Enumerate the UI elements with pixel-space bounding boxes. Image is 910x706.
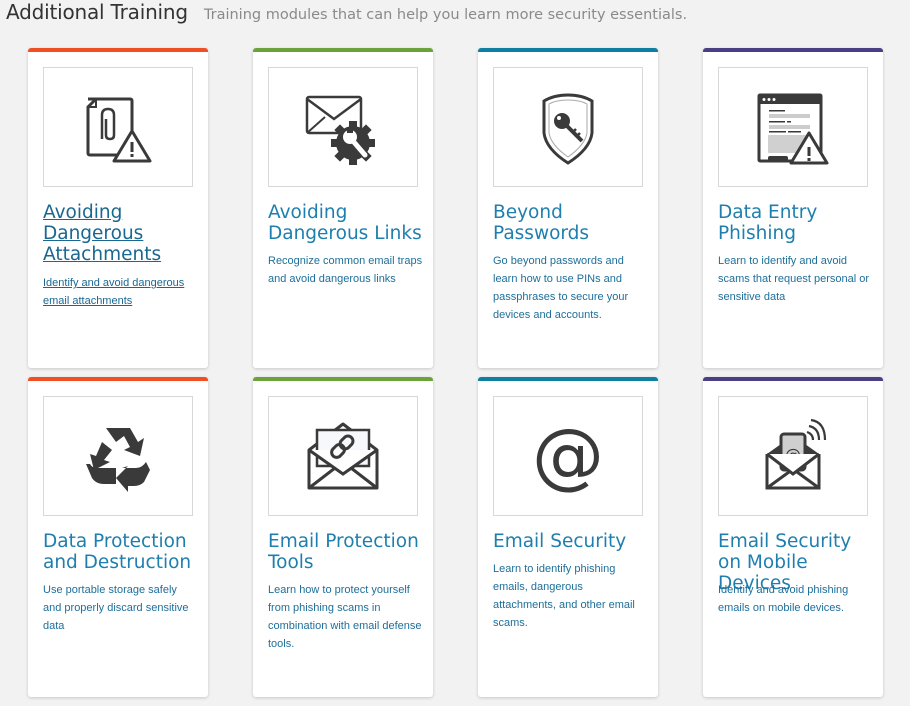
card-title[interactable]: Email Protection Tools <box>268 531 428 573</box>
card-title[interactable]: Beyond Passwords <box>493 202 653 244</box>
card-thumbnail <box>43 67 193 187</box>
card-description[interactable]: Use portable storage safely and properly… <box>43 581 198 635</box>
card-title[interactable]: Email Security <box>493 531 653 552</box>
training-card-data-protection-and-destruction[interactable]: Data Protection and Destruction Use port… <box>28 377 208 697</box>
section-header: Additional Training Training modules tha… <box>6 0 687 30</box>
svg-text:@: @ <box>532 416 604 496</box>
page-subtitle: Training modules that can help you learn… <box>203 7 688 23</box>
training-card-data-entry-phishing[interactable]: Data Entry Phishing Learn to identify an… <box>703 48 883 368</box>
card-title[interactable]: Avoiding Dangerous Attachments <box>43 202 203 265</box>
card-description[interactable]: Learn how to protect yourself from phish… <box>268 581 423 653</box>
card-accent-bar <box>28 48 208 52</box>
card-accent-bar <box>253 48 433 52</box>
training-card-email-security[interactable]: @ Email Security Learn to identify phish… <box>478 377 658 697</box>
training-card-beyond-passwords[interactable]: Beyond Passwords Go beyond passwords and… <box>478 48 658 368</box>
shield-key-icon <box>542 93 594 165</box>
training-card-email-protection-tools[interactable]: Email Protection Tools Learn how to prot… <box>253 377 433 697</box>
card-description[interactable]: Go beyond passwords and learn how to use… <box>493 252 648 324</box>
mobile-email-icon: @ <box>765 418 827 490</box>
card-accent-bar <box>28 377 208 381</box>
training-card-avoiding-dangerous-attachments[interactable]: Avoiding Dangerous Attachments Identify … <box>28 48 208 368</box>
card-thumbnail <box>43 396 193 516</box>
card-description[interactable]: Identify and avoid phishing emails on mo… <box>718 581 873 617</box>
card-description[interactable]: Learn to identify and avoid scams that r… <box>718 252 873 306</box>
card-accent-bar <box>478 377 658 381</box>
card-title[interactable]: Data Protection and Destruction <box>43 531 203 573</box>
card-accent-bar <box>703 48 883 52</box>
card-description[interactable]: Recognize common email traps and avoid d… <box>268 252 423 288</box>
training-card-email-security-on-mobile-devices[interactable]: @ Email Security on Mobile Devices Ident… <box>703 377 883 697</box>
card-title[interactable]: Data Entry Phishing <box>718 202 878 244</box>
at-sign-icon: @ <box>532 416 604 496</box>
envelope-link-icon <box>307 422 379 490</box>
card-accent-bar <box>253 377 433 381</box>
card-accent-bar <box>478 48 658 52</box>
card-thumbnail <box>718 67 868 187</box>
card-thumbnail <box>493 67 643 187</box>
email-gear-wrench-icon <box>305 95 375 165</box>
card-accent-bar <box>703 377 883 381</box>
web-form-warning-icon <box>757 93 829 165</box>
training-card-avoiding-dangerous-links[interactable]: Avoiding Dangerous Links Recognize commo… <box>253 48 433 368</box>
card-description[interactable]: Learn to identify phishing emails, dange… <box>493 560 648 632</box>
card-thumbnail <box>268 396 418 516</box>
recycle-icon <box>86 428 150 492</box>
card-thumbnail: @ <box>493 396 643 516</box>
card-thumbnail: @ <box>718 396 868 516</box>
card-title[interactable]: Avoiding Dangerous Links <box>268 202 428 244</box>
card-description[interactable]: Identify and avoid dangerous email attac… <box>43 274 198 310</box>
page-title: Additional Training <box>6 0 188 24</box>
card-thumbnail <box>268 67 418 187</box>
attachment-warning-icon <box>86 97 152 163</box>
